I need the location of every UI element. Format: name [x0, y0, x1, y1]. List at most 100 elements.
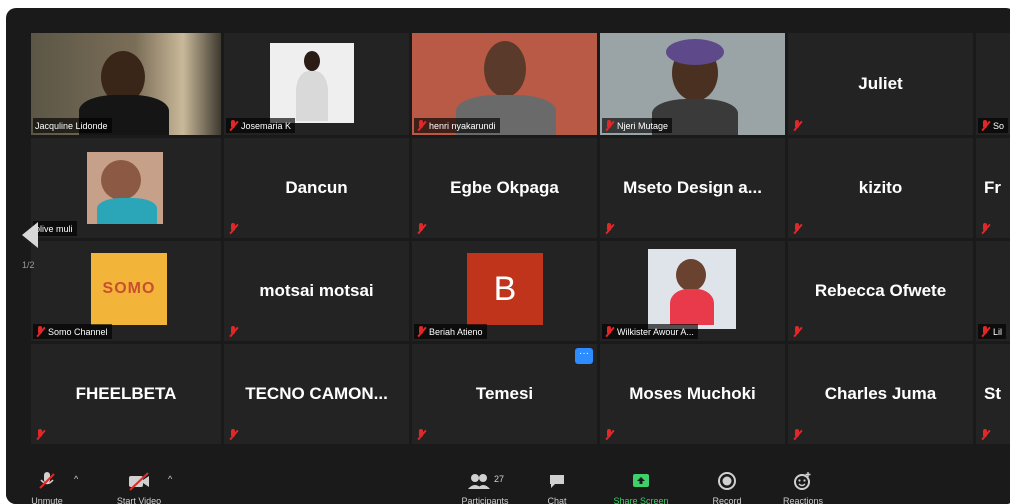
tile-rebecca[interactable]: Rebecca Ofwete	[788, 241, 973, 341]
chevron-left-icon	[22, 222, 38, 248]
mic-muted-icon	[39, 472, 55, 489]
participant-label: henri nyakarundi	[414, 118, 500, 133]
tile-mseto[interactable]: Mseto Design a...	[600, 138, 785, 238]
participant-name: Rebecca Ofwete	[814, 281, 947, 300]
mic-muted-icon	[792, 326, 802, 337]
tile-fheelbeta[interactable]: FHEELBETA	[31, 344, 221, 444]
tile-egbe[interactable]: Egbe Okpaga	[412, 138, 597, 238]
participant-name: Mseto Design a...	[623, 178, 762, 197]
gallery-grid: Jacquline Lidonde Josemaria K henri nyak…	[6, 8, 1010, 444]
participant-name: Fr	[984, 178, 1001, 197]
participant-name: Wilkister Awour A...	[617, 326, 694, 337]
avatar-initial: B	[493, 269, 517, 308]
mic-muted-icon	[228, 223, 238, 234]
tile-moses[interactable]: Moses Muchoki	[600, 344, 785, 444]
participant-label: Jacquline Lidonde	[33, 118, 112, 133]
participant-face	[676, 259, 706, 291]
mic-muted-icon	[228, 326, 238, 337]
participant-body	[97, 198, 157, 224]
participant-body	[670, 289, 714, 325]
mic-muted-icon	[416, 326, 426, 337]
tile-dancun[interactable]: Dancun	[224, 138, 409, 238]
participant-name: Beriah Atieno	[429, 326, 483, 337]
mic-muted-icon	[604, 120, 614, 131]
tile-partial-lil[interactable]: Lil	[976, 241, 1010, 341]
participant-label: Beriah Atieno	[414, 324, 487, 339]
page-indicator: 1/2	[22, 260, 35, 270]
participant-name: Temesi	[475, 384, 534, 403]
reactions-label: Reactions	[782, 496, 824, 504]
participant-name: Moses Muchoki	[629, 384, 756, 403]
participant-label: Lil	[978, 324, 1007, 339]
mic-muted-icon	[416, 223, 426, 234]
participants-count: 27	[494, 474, 505, 484]
participant-name: FHEELBETA	[75, 384, 177, 403]
tile-temesi[interactable]: Temesi ···	[412, 344, 597, 444]
participant-name: henri nyakarundi	[429, 120, 496, 131]
somo-logo: SOMO	[91, 253, 167, 325]
mic-muted-icon	[416, 120, 426, 131]
mic-muted-icon	[980, 120, 990, 131]
participant-name: So	[993, 120, 1005, 131]
video-off-icon	[129, 472, 149, 491]
tile-njeri[interactable]: Njeri Mutage	[600, 33, 785, 135]
reactions-button[interactable]: Reactions	[758, 470, 848, 504]
tile-partial-fr[interactable]: Fr	[976, 138, 1010, 238]
chat-button[interactable]: Chat	[512, 470, 602, 504]
share-screen-label: Share Screen	[613, 496, 669, 504]
mic-muted-icon	[228, 120, 238, 131]
tile-kizito[interactable]: kizito	[788, 138, 973, 238]
share-screen-icon	[633, 474, 649, 487]
video-options-chevron-icon[interactable]: ^	[168, 474, 172, 484]
participant-name: Charles Juma	[824, 384, 937, 403]
participant-label: Josemaria K	[226, 118, 296, 133]
chat-icon	[550, 475, 564, 488]
participant-name: Somo Channel	[48, 326, 108, 337]
participant-name: Juliet	[858, 74, 903, 93]
participant-label: Wilkister Awour A...	[602, 324, 698, 339]
logo-text: SOMO	[102, 280, 156, 297]
start-video-label: Start Video	[116, 496, 162, 504]
prev-page-button[interactable]: 1/2	[12, 210, 62, 286]
participant-name: kizito	[858, 178, 903, 197]
participant-label: Njeri Mutage	[602, 118, 673, 133]
participant-name: Lil	[993, 326, 1003, 337]
tile-juliet[interactable]: Juliet	[788, 33, 973, 135]
mic-muted-icon	[980, 326, 990, 337]
participants-icon	[468, 474, 490, 489]
mic-muted-icon	[35, 326, 45, 337]
mic-muted-icon	[980, 223, 990, 234]
tile-motsai[interactable]: motsai motsai	[224, 241, 409, 341]
participant-name: motsai motsai	[259, 281, 374, 300]
tile-partial-st[interactable]: St	[976, 344, 1010, 444]
participant-label: Somo Channel	[33, 324, 112, 339]
mic-muted-icon	[35, 429, 45, 440]
more-options-button[interactable]: ···	[575, 348, 593, 364]
participant-face	[101, 160, 141, 200]
mic-muted-icon	[604, 223, 614, 234]
meeting-toolbar: Unmute ^ Start Video ^ 27 Participants C…	[6, 444, 1010, 504]
meeting-window: Jacquline Lidonde Josemaria K henri nyak…	[6, 8, 1010, 504]
record-icon	[718, 472, 736, 490]
participant-label: So	[978, 118, 1009, 133]
tile-jacquline[interactable]: Jacquline Lidonde	[31, 33, 221, 135]
tile-partial-so[interactable]: So	[976, 33, 1010, 135]
tile-henri[interactable]: henri nyakarundi	[412, 33, 597, 135]
tile-charles[interactable]: Charles Juma	[788, 344, 973, 444]
participant-body	[296, 71, 328, 121]
unmute-button[interactable]: Unmute	[6, 470, 92, 504]
participant-name: Njeri Mutage	[617, 120, 669, 131]
unmute-label: Unmute	[31, 496, 63, 504]
mic-muted-icon	[604, 326, 614, 337]
chat-label: Chat	[547, 496, 567, 504]
participant-name: Jacquline Lidonde	[35, 120, 108, 131]
share-screen-button[interactable]: Share Screen	[596, 470, 686, 504]
participant-name: St	[984, 384, 1001, 403]
tile-beriah[interactable]: B Beriah Atieno	[412, 241, 597, 341]
head-wrap	[666, 39, 724, 65]
audio-options-chevron-icon[interactable]: ^	[74, 474, 78, 484]
tile-wilkister[interactable]: Wilkister Awour A...	[600, 241, 785, 341]
mic-muted-icon	[604, 429, 614, 440]
tile-josemaria[interactable]: Josemaria K	[224, 33, 409, 135]
tile-tecno[interactable]: TECNO CAMON...	[224, 344, 409, 444]
